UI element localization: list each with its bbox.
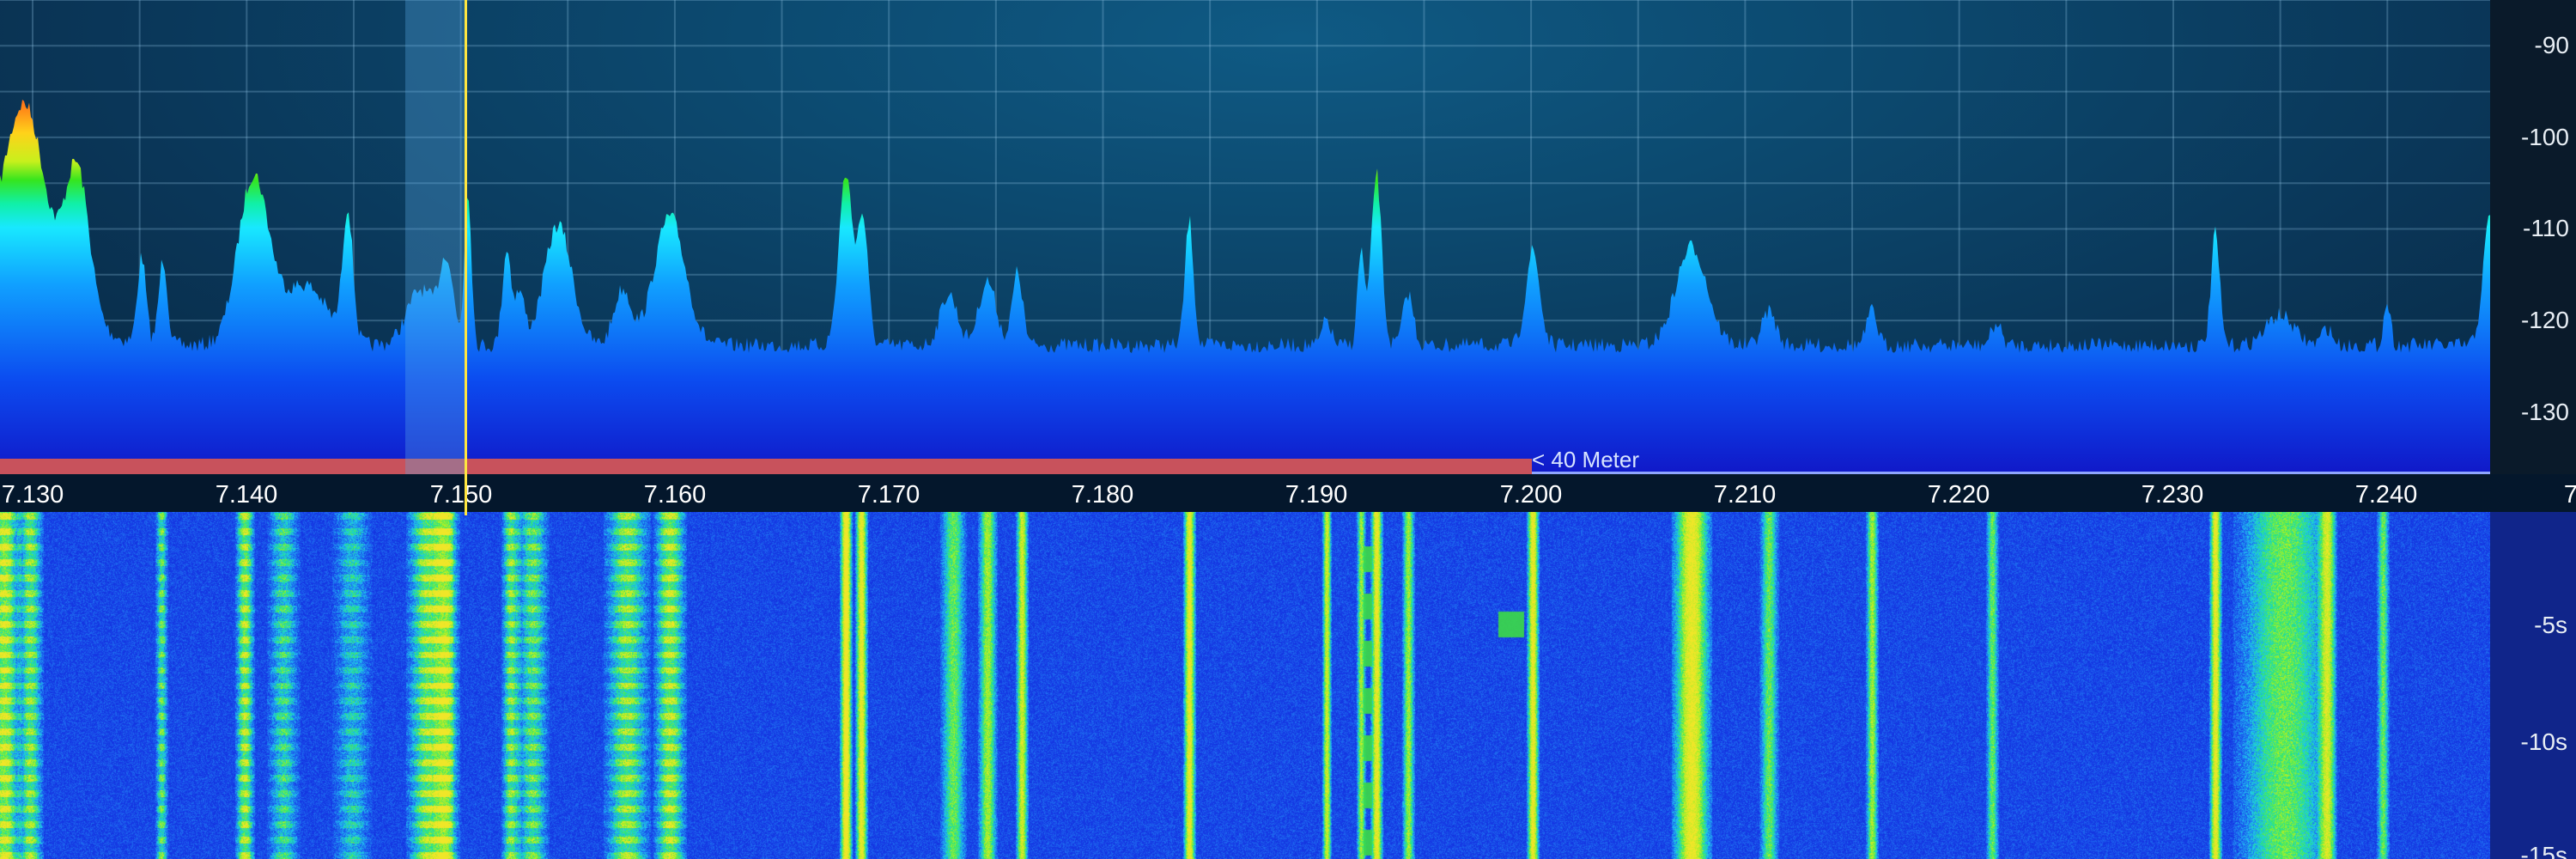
freq-label: 7.130 bbox=[1, 481, 64, 509]
freq-label: 7.200 bbox=[1499, 481, 1563, 509]
freq-label: 7.170 bbox=[857, 481, 920, 509]
db-label: -130 bbox=[2520, 399, 2569, 425]
band-indicator-bar[interactable] bbox=[0, 459, 1532, 474]
spectrum-panel[interactable]: < 40 Meter bbox=[0, 0, 2490, 474]
freq-label: 7.190 bbox=[1285, 481, 1348, 509]
time-label: -15s bbox=[2520, 842, 2567, 859]
db-scale: -90 -100 -110 -120 -130 bbox=[2490, 0, 2576, 474]
db-label: -90 bbox=[2534, 32, 2569, 58]
freq-label: 7.240 bbox=[2354, 481, 2418, 509]
freq-label: 7.180 bbox=[1071, 481, 1134, 509]
sdr-receiver-display: < 40 Meter -90 -100 -110 -120 -130 7.130… bbox=[0, 0, 2576, 859]
freq-label: 7.140 bbox=[215, 481, 278, 509]
waterfall-panel[interactable] bbox=[0, 512, 2490, 859]
tuning-passband[interactable] bbox=[405, 0, 465, 474]
frequency-axis[interactable]: 7.130 7.140 7.150 7.160 7.170 7.180 7.19… bbox=[0, 474, 2576, 512]
time-scale: -5s -10s -15s bbox=[2490, 512, 2576, 859]
time-label: -10s bbox=[2520, 728, 2567, 755]
freq-label: 7.220 bbox=[1927, 481, 1990, 509]
freq-label: 7 bbox=[2563, 481, 2576, 509]
freq-label: 7.230 bbox=[2141, 481, 2204, 509]
freq-label: 7.210 bbox=[1713, 481, 1777, 509]
db-label: -120 bbox=[2520, 307, 2569, 333]
spectrum-plot bbox=[0, 0, 2490, 474]
db-label: -100 bbox=[2520, 124, 2569, 150]
freq-label: 7.160 bbox=[643, 481, 707, 509]
time-label: -5s bbox=[2534, 612, 2567, 638]
db-label: -110 bbox=[2523, 215, 2569, 241]
spectrum-trace bbox=[0, 100, 2490, 474]
tuning-cursor[interactable] bbox=[465, 0, 467, 515]
waterfall-display bbox=[0, 512, 2490, 859]
freq-label: 7.150 bbox=[429, 481, 493, 509]
band-label[interactable]: < 40 Meter bbox=[1532, 447, 1639, 473]
